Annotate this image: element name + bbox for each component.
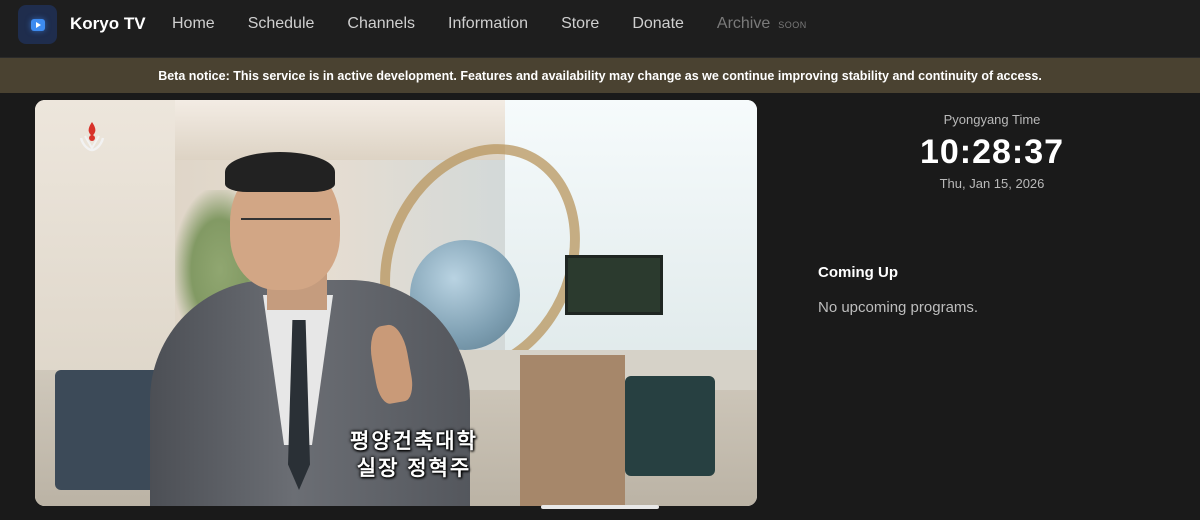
main-nav: Home Schedule Channels Information Store… bbox=[172, 15, 807, 33]
video-player[interactable]: 평양건축대학 실장 정혁주 bbox=[35, 100, 757, 506]
clock-label: Pyongyang Time bbox=[943, 112, 1041, 127]
nav-item-home[interactable]: Home bbox=[172, 15, 215, 33]
beta-notice-text: Beta notice: This service is in active d… bbox=[158, 68, 1042, 83]
nav-item-information[interactable]: Information bbox=[448, 15, 528, 33]
nav-item-channels[interactable]: Channels bbox=[347, 15, 415, 33]
no-upcoming-message: No upcoming programs. bbox=[818, 299, 979, 316]
video-subtitle: 평양건축대학 실장 정혁주 bbox=[35, 428, 757, 482]
play-icon bbox=[30, 18, 45, 31]
beta-notice-banner: Beta notice: This service is in active d… bbox=[0, 58, 1200, 93]
subtitle-line-2: 실장 정혁주 bbox=[356, 457, 472, 480]
video-progress-handle[interactable] bbox=[541, 505, 659, 509]
clock-time: 10:28:37 bbox=[919, 133, 1065, 171]
subtitle-line-1: 평양건축대학 bbox=[350, 430, 478, 453]
channel-emblem-icon bbox=[79, 122, 105, 152]
nav-item-store[interactable]: Store bbox=[561, 15, 599, 33]
nav-item-archive: Archive bbox=[716, 15, 771, 32]
pyongyang-clock: Pyongyang Time 10:28:37 Thu, Jan 15, 202… bbox=[792, 112, 1192, 191]
logo[interactable] bbox=[18, 5, 57, 44]
soon-badge: SOON bbox=[778, 20, 807, 30]
clock-date: Thu, Jan 15, 2026 bbox=[939, 176, 1045, 191]
top-navigation-bar: Koryo TV Home Schedule Channels Informat… bbox=[0, 0, 1200, 58]
nav-item-schedule[interactable]: Schedule bbox=[248, 15, 315, 33]
brand-name[interactable]: Koryo TV bbox=[70, 14, 146, 34]
coming-up-panel: Coming Up No upcoming programs. bbox=[818, 264, 1178, 316]
coming-up-title: Coming Up bbox=[818, 264, 898, 281]
nav-item-donate[interactable]: Donate bbox=[632, 15, 684, 33]
